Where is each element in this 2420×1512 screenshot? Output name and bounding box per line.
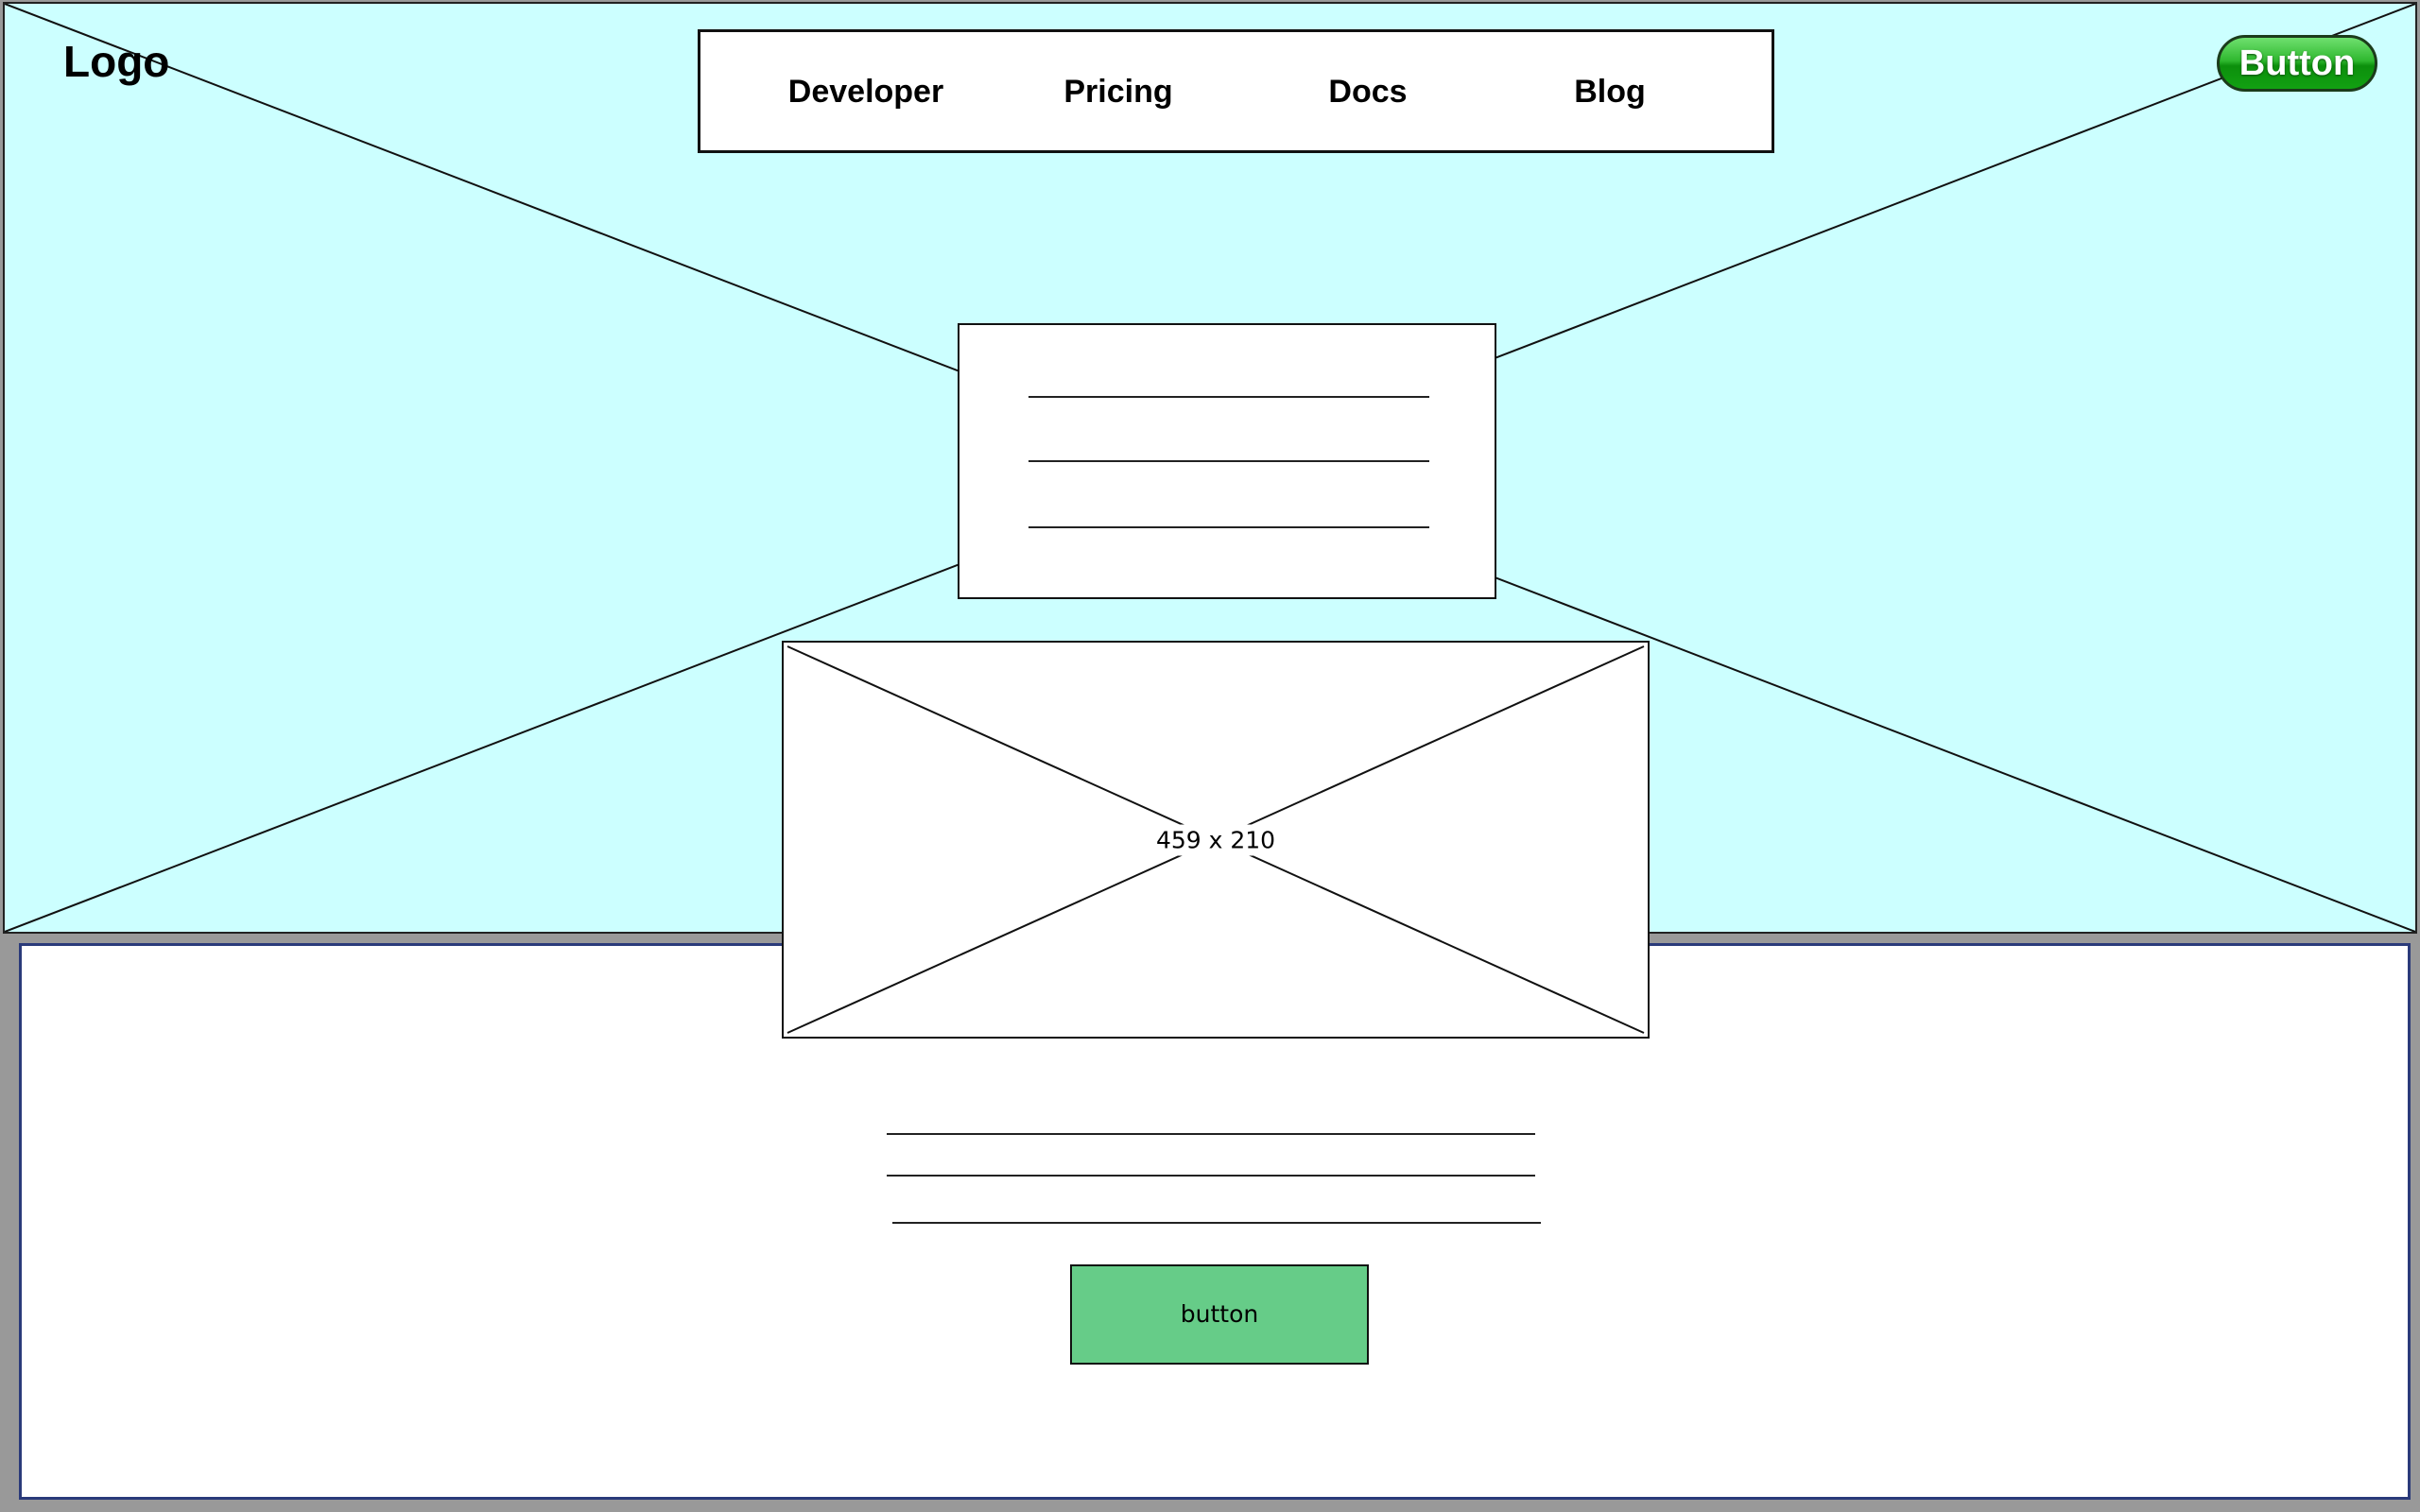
text-line-placeholder (1028, 460, 1429, 462)
nav-item-docs[interactable]: Docs (1328, 74, 1407, 111)
nav-item-blog[interactable]: Blog (1574, 74, 1646, 111)
header-button[interactable]: Button (2217, 35, 2377, 92)
top-nav: Developer Pricing Docs Blog (698, 29, 1774, 153)
image-placeholder: 459 x 210 (782, 641, 1650, 1039)
text-line-placeholder (892, 1222, 1541, 1224)
text-line-placeholder (887, 1175, 1535, 1177)
image-size-label: 459 x 210 (1150, 824, 1282, 855)
hero-text-card (958, 323, 1496, 599)
nav-item-pricing[interactable]: Pricing (1063, 74, 1172, 111)
text-line-placeholder (887, 1133, 1535, 1135)
nav-item-developer[interactable]: Developer (788, 74, 943, 111)
text-line-placeholder (1028, 526, 1429, 528)
logo[interactable]: Logo (63, 36, 169, 87)
text-line-placeholder (1028, 396, 1429, 398)
cta-button[interactable]: button (1070, 1264, 1369, 1365)
